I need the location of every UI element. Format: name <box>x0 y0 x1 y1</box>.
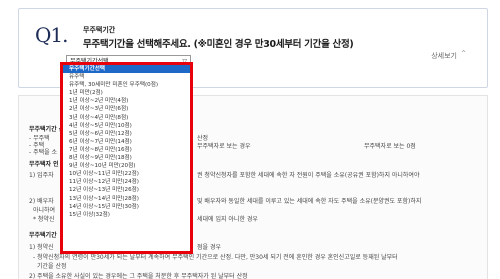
dropdown-option[interactable]: 4년 이상~5년 미만(10점) <box>63 122 190 130</box>
dropdown-option[interactable]: 2년 이상~3년 미만(6점) <box>63 105 190 113</box>
dropdown-option[interactable]: 3년 이상~4년 미만(8점) <box>63 114 190 122</box>
dropdown-option[interactable]: 8년 이상~9년 미만(18점) <box>63 154 190 162</box>
dropdown-option[interactable]: 1년 이상~2년 미만(4점) <box>63 97 190 105</box>
dropdown-list: 무주택기간선택 유주택 유주택, 30세미만 미혼인 무주택(0점) 1년 미만(2점… <box>63 65 190 219</box>
dropdown-option[interactable]: 13년 이상~14년 미만(28점) <box>63 195 190 203</box>
dropdown-option[interactable]: 15년 이상(32점) <box>63 211 190 219</box>
dropdown-option[interactable]: 7년 이상~8년 미만(16점) <box>63 146 190 154</box>
dropdown-option[interactable]: 5년 이상~6년 미만(12점) <box>63 130 190 138</box>
help-heading: 무주택자 인 <box>29 161 59 168</box>
dropdown-option[interactable]: 11년 이상~12년 미만(24점) <box>63 178 190 186</box>
chevron-up-icon[interactable]: ⌃ <box>460 49 467 58</box>
help-text: 무주택자로 보는 0점 <box>364 143 416 150</box>
dropdown-option[interactable]: 유주택, 30세미만 미혼인 무주택(0점) <box>63 81 190 89</box>
help-text: - 주택을 소 <box>29 149 58 156</box>
dropdown-option[interactable]: 12년 이상~13년 미만(26점) <box>63 186 190 194</box>
question-category: 무주택기간 <box>83 26 116 34</box>
detail-link[interactable]: 상세보기 <box>431 51 457 61</box>
period-dropdown[interactable]: 무주택기간선택 유주택 유주택, 30세미만 미혼인 무주택(0점) 1년 미만(2점… <box>60 62 193 254</box>
dropdown-option[interactable]: 1년 미만(2점) <box>63 89 190 97</box>
dropdown-option[interactable]: 무주택기간선택 <box>63 65 190 74</box>
dropdown-option[interactable]: 9년 이상~10년 미만(20점) <box>63 162 190 170</box>
help-text: 2) 주택을 소유한 사실이 있는 경우에는 그 주택을 처분한 후 무주택자가… <box>29 273 248 279</box>
help-text: 1) 청약신 <box>29 244 54 251</box>
help-text: 무주택자로 보는 경우 <box>197 143 251 150</box>
help-text: 2) 배우자 <box>29 198 54 205</box>
help-text: 1) 입주자 <box>29 172 54 179</box>
help-text: 점을 경우 <box>197 244 221 251</box>
question-number: Q1. <box>35 23 68 47</box>
help-text: 권 청약신청자를 포함한 세대에 속한 자 전원이 주택을 소유(공유권 포함)… <box>197 172 420 179</box>
help-text: 및 배우자와 동일한 세대를 이루고 있는 세대에 속한 자도 주택을 소유(분… <box>197 198 422 205</box>
question-title: 무주택기간을 선택해주세요. (※미혼인 경우 만30세부터 기간을 산정) <box>83 39 354 50</box>
help-text: 아니하여 <box>33 207 56 214</box>
help-text: 세대에 입지 아니한 경우 <box>197 216 258 223</box>
dropdown-option[interactable]: 유주택 <box>63 73 190 81</box>
dropdown-option[interactable]: 14년 이상~15년 미만(30점) <box>63 203 190 211</box>
help-text: * 청약신 <box>33 216 55 223</box>
help-heading: 무주택기간 <box>29 232 57 239</box>
dropdown-option[interactable]: 6년 이상~7년 미만(14점) <box>63 138 190 146</box>
dropdown-option[interactable]: 10년 이상~11년 미만(22점) <box>63 170 190 178</box>
help-text: 기간을 산정 <box>37 263 67 270</box>
